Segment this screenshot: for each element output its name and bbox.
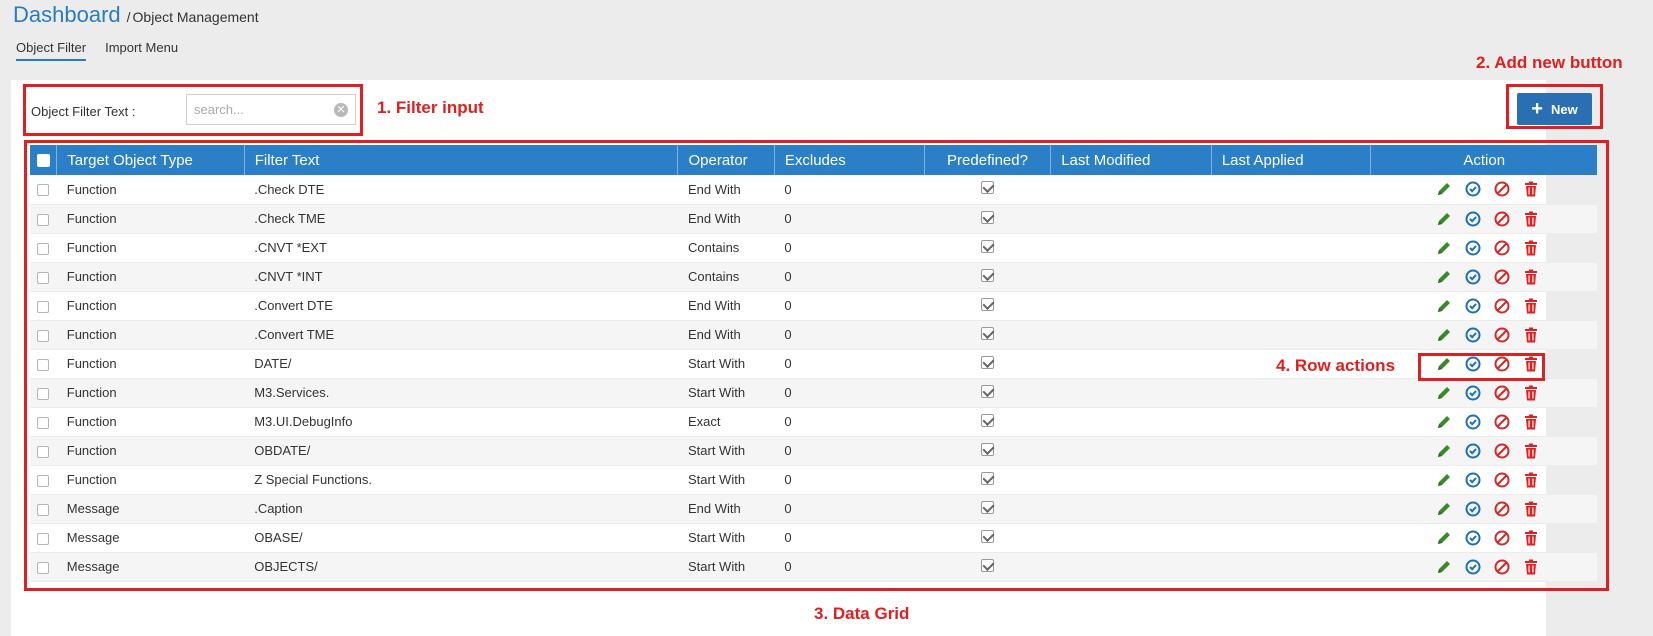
tab-object-filter[interactable]: Object Filter [16,40,87,61]
annotation-filter-input: 1. Filter input [377,98,484,117]
annotation-box-row-actions [1418,353,1545,381]
annotation-box-filter [23,84,363,136]
breadcrumb: Dashboard / Object Management [13,2,259,28]
annotation-row-actions: 4. Row actions [1276,356,1396,375]
tab-import-menu[interactable]: Import Menu [105,40,178,61]
tab-bar: Object Filter Import Menu [16,40,197,61]
breadcrumb-home[interactable]: Dashboard [13,2,121,28]
breadcrumb-separator: / [126,9,131,25]
annotation-add-new: 2. Add new button [1476,53,1623,72]
breadcrumb-current: Object Management [132,9,259,25]
annotation-box-new [1506,84,1603,129]
annotation-data-grid: 3. Data Grid [814,604,910,623]
